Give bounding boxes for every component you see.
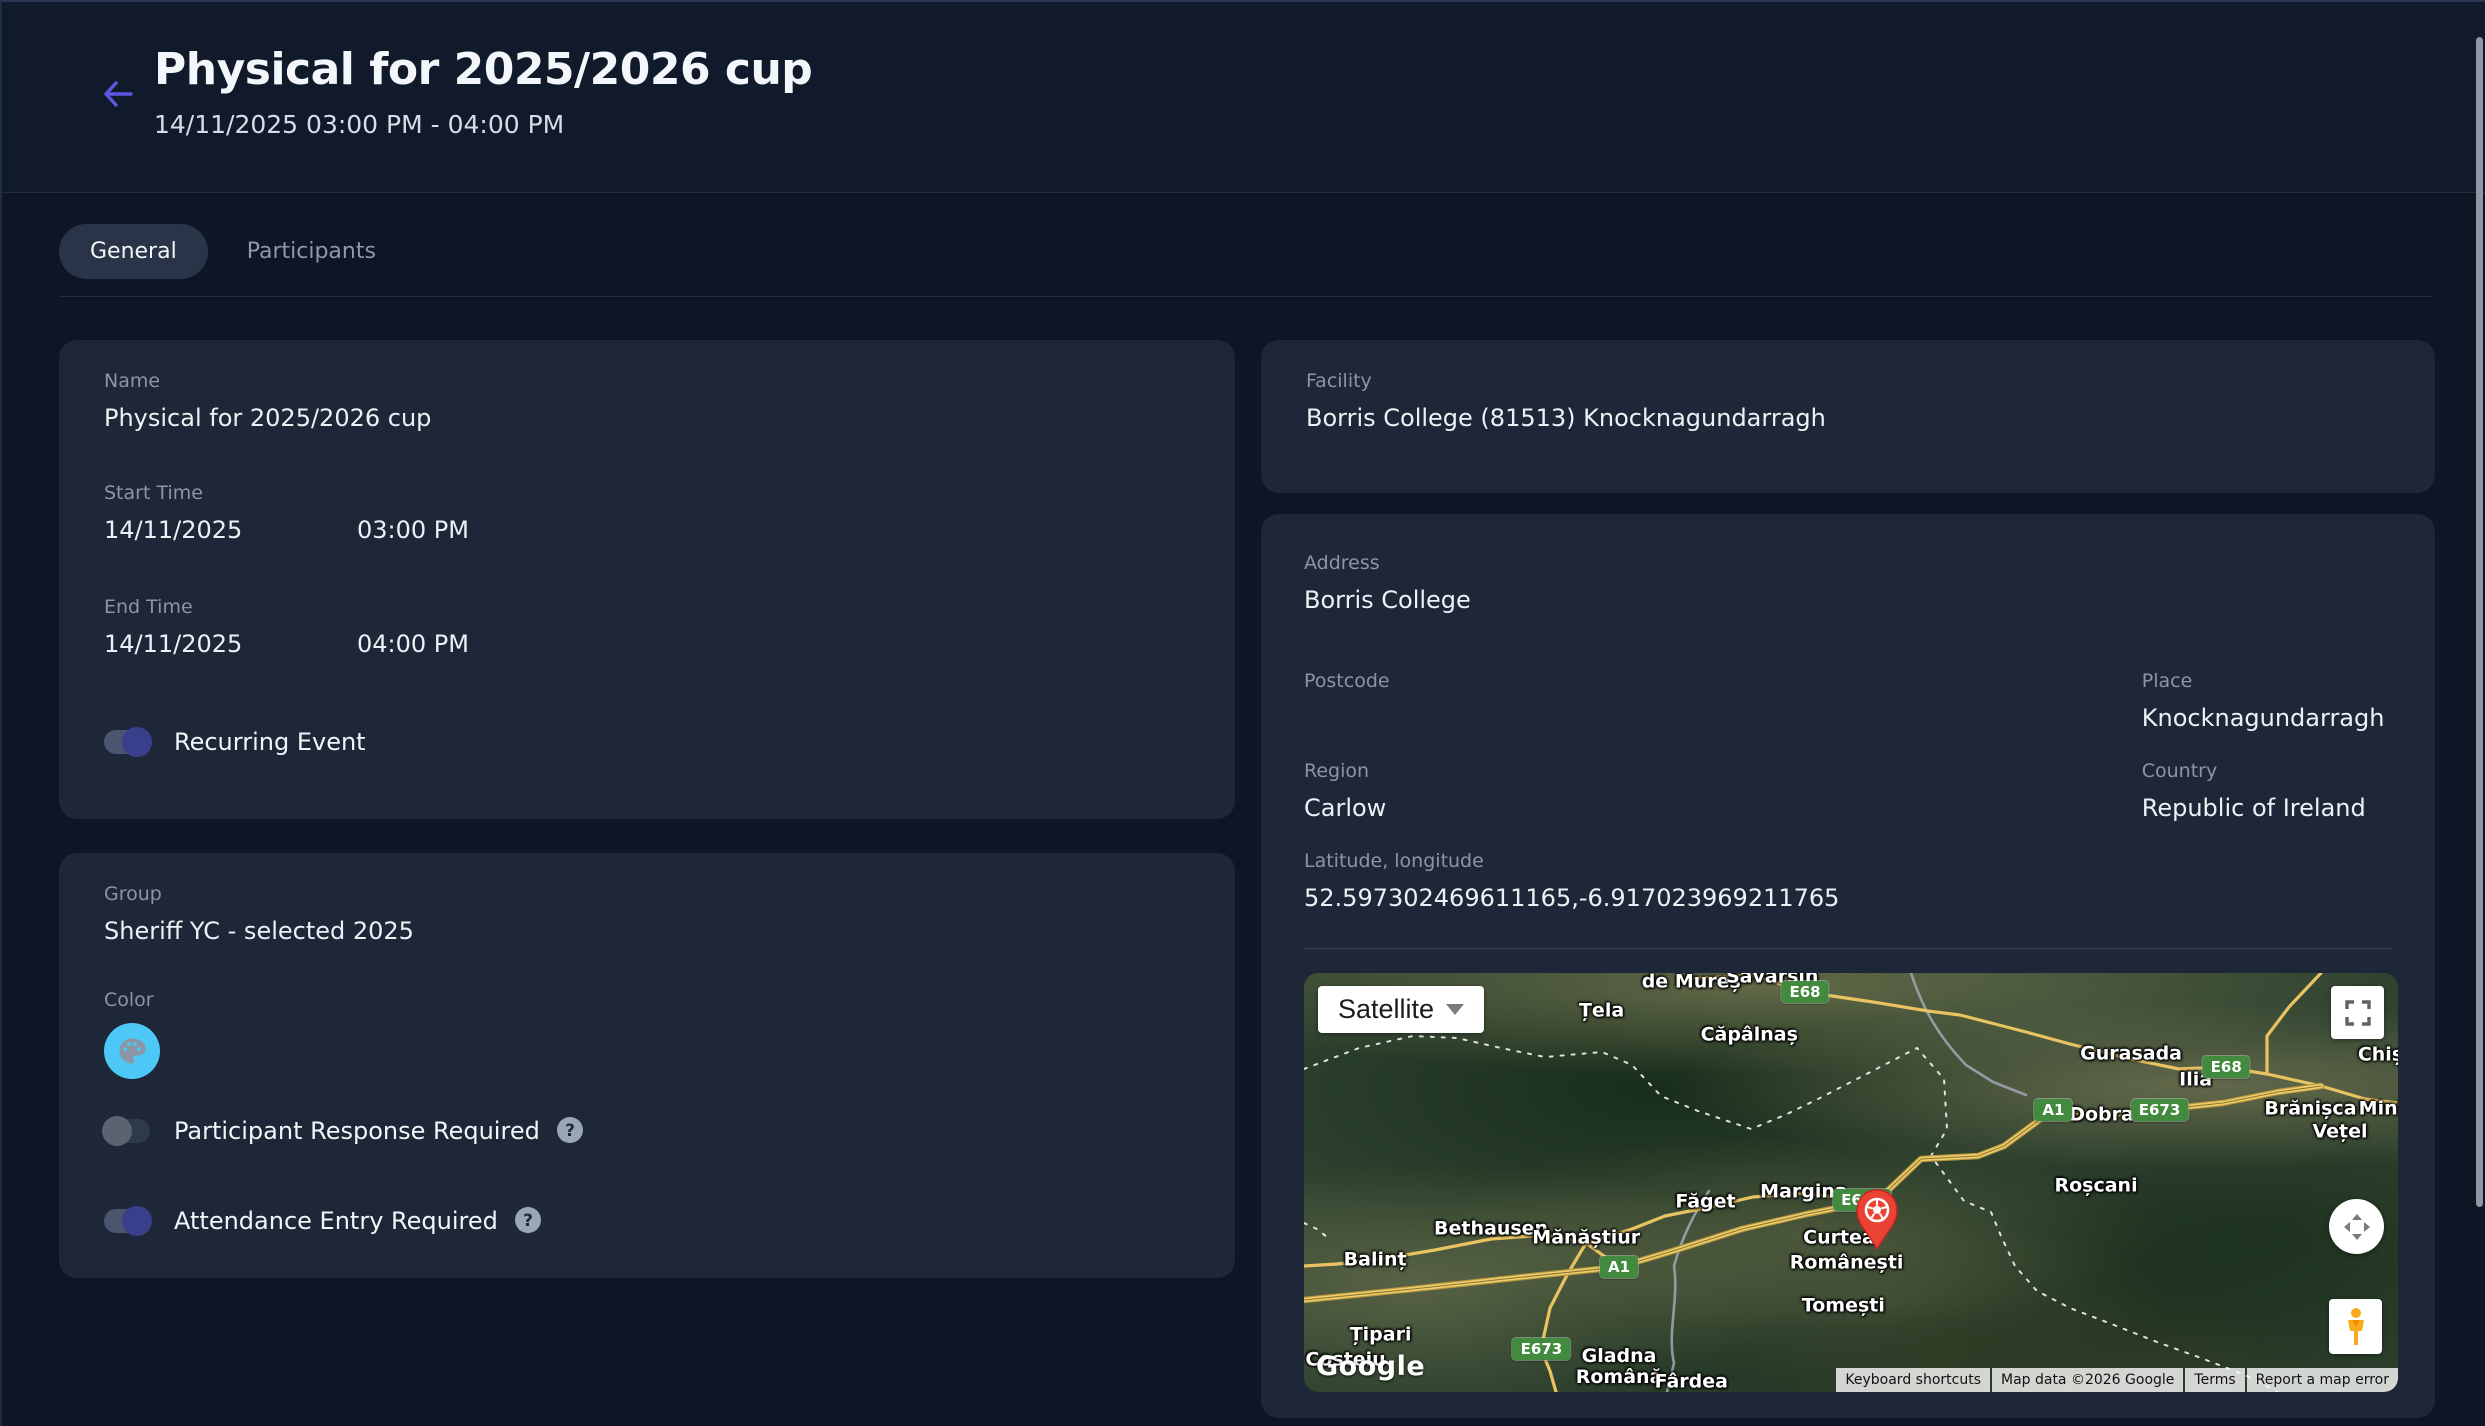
recurring-event-label: Recurring Event bbox=[174, 728, 366, 756]
address-field: Address Borris College bbox=[1304, 552, 2392, 614]
map-type-label: Satellite bbox=[1338, 994, 1434, 1025]
place-value: Knocknagundarragh bbox=[2142, 704, 2392, 732]
latlng-field: Latitude, longitude 52.597302469611165,-… bbox=[1304, 850, 2392, 912]
latlng-value: 52.597302469611165,-6.917023969211765 bbox=[1304, 884, 2392, 912]
recurring-event-row: Recurring Event bbox=[104, 728, 1190, 756]
region-field: Region Carlow bbox=[1304, 760, 2142, 822]
map-attribution-link[interactable]: Map data ©2026 Google bbox=[1992, 1368, 2183, 1392]
palette-icon bbox=[117, 1036, 147, 1066]
tab-general[interactable]: General bbox=[59, 224, 208, 279]
facility-card: Facility Borris College (81513) Knocknag… bbox=[1261, 340, 2435, 493]
location-pin[interactable] bbox=[1854, 1188, 1900, 1256]
color-swatch[interactable] bbox=[104, 1023, 160, 1079]
start-time-label: Start Time bbox=[104, 482, 1190, 504]
map-type-button[interactable]: Satellite bbox=[1318, 986, 1484, 1033]
start-time-value: 03:00 PM bbox=[357, 516, 1190, 544]
google-map[interactable]: de MureșSăvârșinȚelaCăpâlnașGurasadaChiș… bbox=[1304, 973, 2398, 1392]
back-button[interactable] bbox=[98, 74, 138, 114]
event-detail-page: Physical for 2025/2026 cup 14/11/2025 03… bbox=[0, 0, 2485, 1426]
recurring-event-toggle[interactable] bbox=[104, 730, 150, 754]
name-label: Name bbox=[104, 370, 1190, 392]
postcode-field: Postcode bbox=[1304, 670, 2142, 732]
postcode-place-row: Postcode Place Knocknagundarragh bbox=[1304, 670, 2392, 732]
region-country-row: Region Carlow Country Republic of Irelan… bbox=[1304, 760, 2392, 822]
country-label: Country bbox=[2142, 760, 2392, 782]
arrow-left-icon bbox=[101, 79, 135, 109]
end-date-value: 14/11/2025 bbox=[104, 630, 357, 658]
toggle-knob bbox=[102, 1116, 132, 1146]
facility-label: Facility bbox=[1306, 370, 2390, 392]
toggle-knob bbox=[122, 727, 152, 757]
pegman-icon bbox=[2344, 1307, 2368, 1347]
map-attribution-bar: Keyboard shortcutsMap data ©2026 GoogleT… bbox=[1836, 1368, 2398, 1392]
fullscreen-icon bbox=[2345, 1000, 2371, 1026]
page-header: Physical for 2025/2026 cup 14/11/2025 03… bbox=[2, 2, 2485, 193]
event-details-card: Name Physical for 2025/2026 cup Start Ti… bbox=[59, 340, 1235, 819]
toggle-knob bbox=[122, 1206, 152, 1236]
event-datetime-subtitle: 14/11/2025 03:00 PM - 04:00 PM bbox=[154, 110, 564, 139]
google-logo[interactable]: Google bbox=[1316, 1351, 1425, 1382]
start-date-value: 14/11/2025 bbox=[104, 516, 357, 544]
group-card: Group Sheriff YC - selected 2025 Color P… bbox=[59, 853, 1235, 1278]
svg-text:?: ? bbox=[523, 1211, 533, 1231]
map-attribution-link[interactable]: Report a map error bbox=[2247, 1368, 2398, 1392]
postcode-label: Postcode bbox=[1304, 670, 2142, 692]
help-icon[interactable]: ? bbox=[512, 1205, 544, 1237]
map-pin-icon bbox=[1854, 1188, 1900, 1252]
start-time-field: Start Time 14/11/2025 03:00 PM bbox=[104, 482, 1190, 544]
end-time-field: End Time 14/11/2025 04:00 PM bbox=[104, 596, 1190, 658]
group-field: Group Sheriff YC - selected 2025 bbox=[104, 883, 1190, 945]
address-label: Address bbox=[1304, 552, 2392, 574]
place-label: Place bbox=[2142, 670, 2392, 692]
fullscreen-button[interactable] bbox=[2331, 986, 2384, 1039]
end-time-label: End Time bbox=[104, 596, 1190, 618]
attendance-entry-toggle[interactable] bbox=[104, 1209, 150, 1233]
tab-participants[interactable]: Participants bbox=[216, 224, 407, 279]
color-label: Color bbox=[104, 989, 1190, 1011]
color-field: Color bbox=[104, 989, 1190, 1079]
map-attribution-link[interactable]: Keyboard shortcuts bbox=[1836, 1368, 1990, 1392]
card-divider bbox=[1304, 948, 2392, 949]
participant-response-toggle[interactable] bbox=[104, 1119, 150, 1143]
postcode-value bbox=[1304, 704, 2142, 732]
facility-value: Borris College (81513) Knocknagundarragh bbox=[1306, 404, 2390, 432]
group-value: Sheriff YC - selected 2025 bbox=[104, 917, 1190, 945]
map-attribution-link[interactable]: Terms bbox=[2185, 1368, 2244, 1392]
name-value: Physical for 2025/2026 cup bbox=[104, 404, 1190, 432]
map-roads-layer bbox=[1304, 973, 2398, 1392]
help-icon[interactable]: ? bbox=[554, 1115, 586, 1147]
pegman-button[interactable] bbox=[2329, 1299, 2382, 1354]
attendance-entry-label: Attendance Entry Required bbox=[174, 1207, 498, 1235]
vertical-scrollbar[interactable] bbox=[2476, 37, 2483, 1207]
participant-response-label: Participant Response Required bbox=[174, 1117, 540, 1145]
address-value: Borris College bbox=[1304, 586, 2392, 614]
chevron-down-icon bbox=[1446, 1004, 1464, 1015]
latlng-label: Latitude, longitude bbox=[1304, 850, 2392, 872]
tabs-bar: GeneralParticipants bbox=[59, 224, 2433, 297]
end-time-value: 04:00 PM bbox=[357, 630, 1190, 658]
group-label: Group bbox=[104, 883, 1190, 905]
region-value: Carlow bbox=[1304, 794, 2142, 822]
name-field: Name Physical for 2025/2026 cup bbox=[104, 370, 1190, 432]
right-column: Facility Borris College (81513) Knocknag… bbox=[1261, 340, 2435, 1418]
region-label: Region bbox=[1304, 760, 2142, 782]
pan-control-button[interactable] bbox=[2329, 1199, 2384, 1254]
country-field: Country Republic of Ireland bbox=[2142, 760, 2392, 822]
address-card: Address Borris College Postcode Place Kn… bbox=[1261, 514, 2435, 1418]
place-field: Place Knocknagundarragh bbox=[2142, 670, 2392, 732]
left-column: Name Physical for 2025/2026 cup Start Ti… bbox=[59, 340, 1235, 1278]
pan-arrows-icon bbox=[2341, 1211, 2373, 1243]
attendance-entry-row: Attendance Entry Required ? bbox=[104, 1205, 1190, 1237]
svg-text:?: ? bbox=[565, 1121, 575, 1141]
page-title: Physical for 2025/2026 cup bbox=[154, 44, 812, 95]
participant-response-row: Participant Response Required ? bbox=[104, 1115, 1190, 1147]
country-value: Republic of Ireland bbox=[2142, 794, 2392, 822]
